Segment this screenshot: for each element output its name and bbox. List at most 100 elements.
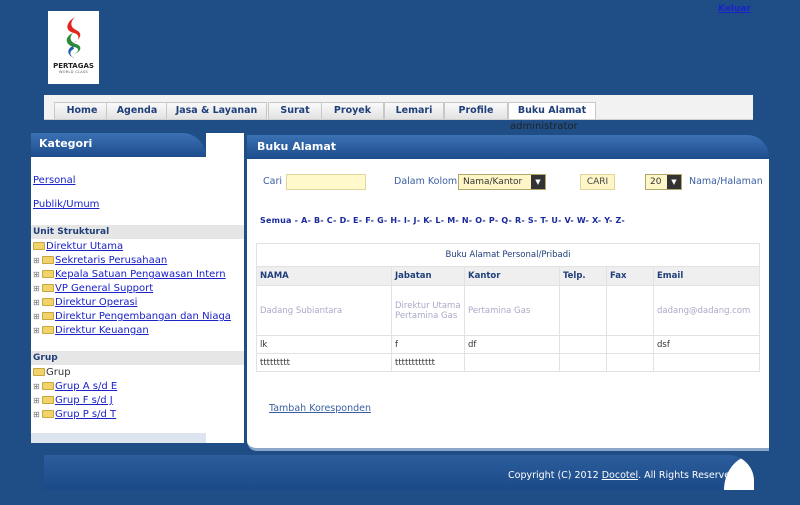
tree-item-group[interactable]: ⊞ Grup P s/d T [33, 409, 116, 420]
tree-root-label[interactable]: Direktur Utama [46, 241, 123, 252]
tab-buku-alamat[interactable]: Buku Alamat [508, 102, 596, 119]
table-row[interactable]: Dadang Subiantara Direktur Utama Pertami… [256, 285, 760, 336]
logout-link[interactable]: Keluar [718, 4, 751, 14]
copyright-prefix: Copyright (C) 2012 [508, 470, 599, 481]
tree-root-direktur-utama[interactable]: Direktur Utama [33, 241, 123, 252]
cell-kantor: Pertamina Gas [464, 285, 560, 336]
tab-profile[interactable]: Profile [444, 102, 508, 119]
per-page-label: Nama/Halaman [689, 176, 763, 187]
cell-kantor [464, 353, 560, 372]
tree-item-label[interactable]: Kepala Satuan Pengawasan Intern [55, 269, 226, 280]
chevron-down-icon[interactable]: ▼ [531, 175, 545, 189]
tree-item-label[interactable]: Direktur Pengembangan dan Niaga [55, 311, 231, 322]
expand-plus-icon[interactable]: ⊞ [33, 270, 42, 279]
expand-plus-icon[interactable]: ⊞ [33, 284, 42, 293]
column-select[interactable]: Nama/Kantor ▼ [458, 174, 546, 190]
table-row[interactable]: lk f df dsf [256, 335, 760, 354]
folder-icon [33, 242, 45, 250]
column-select-value: Nama/Kantor [463, 177, 523, 187]
cell-nama[interactable]: lk [256, 335, 392, 354]
category-body: Personal Publik/Umum Unit Struktural Dir… [31, 157, 244, 443]
tree-item-label[interactable]: Direktur Operasi [55, 297, 137, 308]
username-label: administrator [510, 121, 578, 132]
cell-telp [559, 335, 607, 354]
pertagas-logo: PERTAGAS WORLD CLASS [48, 11, 99, 84]
tab-home[interactable]: Home [54, 102, 110, 119]
tree-item-unit[interactable]: ⊞ Kepala Satuan Pengawasan Intern [33, 269, 226, 280]
table-caption: Buku Alamat Personal/Pribadi [256, 243, 760, 267]
cell-jabatan: Direktur Utama Pertamina Gas [391, 285, 465, 336]
folder-icon [42, 396, 54, 404]
category-link-publik[interactable]: Publik/Umum [33, 199, 99, 210]
address-table: Buku Alamat Personal/Pribadi NAMA Jabata… [256, 243, 760, 372]
folder-icon [42, 270, 54, 278]
tree-item-label[interactable]: VP General Support [55, 283, 153, 294]
search-button[interactable]: CARI [580, 174, 615, 190]
expand-plus-icon[interactable]: ⊞ [33, 382, 42, 391]
tree-item-unit[interactable]: ⊞ VP General Support [33, 283, 153, 294]
tab-lemari[interactable]: Lemari [384, 102, 444, 119]
tree-item-unit[interactable]: ⊞ Direktur Keuangan [33, 325, 149, 336]
folder-icon [42, 298, 54, 306]
add-correspondent-link[interactable]: Tambah Koresponden [269, 403, 371, 414]
cell-telp [559, 353, 607, 372]
tree-item-unit[interactable]: ⊞ Sekretaris Perusahaan [33, 255, 167, 266]
flame-logo-icon [66, 17, 80, 58]
column-header: Telp. [559, 266, 607, 286]
expand-plus-icon[interactable]: ⊞ [33, 396, 42, 405]
chevron-down-icon[interactable]: ▼ [667, 175, 681, 189]
tree-item-group[interactable]: ⊞ Grup F s/d J [33, 395, 113, 406]
column-header: Fax [606, 266, 654, 286]
company-link[interactable]: Docotel [602, 470, 638, 481]
table-row[interactable]: ttttttttt tttttttttttt [256, 353, 760, 372]
page-footer: Copyright (C) 2012 Docotel. All Rights R… [44, 455, 754, 490]
expand-plus-icon[interactable]: ⊞ [33, 256, 42, 265]
tree-item-unit[interactable]: ⊞ Direktur Pengembangan dan Niaga [33, 311, 231, 322]
tree-item-label[interactable]: Direktur Keuangan [55, 325, 149, 336]
cell-nama[interactable]: ttttttttt [256, 353, 392, 372]
tree-item-label[interactable]: Sekretaris Perusahaan [55, 255, 167, 266]
category-panel: Kategori Personal Publik/Umum Unit Struk… [31, 133, 244, 443]
tab-proyek[interactable]: Proyek [321, 102, 384, 119]
logo-text: PERTAGAS [53, 62, 94, 70]
expand-plus-icon[interactable]: ⊞ [33, 326, 42, 335]
cell-kantor: df [464, 335, 560, 354]
expand-plus-icon[interactable]: ⊞ [33, 312, 42, 321]
category-title: Kategori [31, 133, 206, 157]
tab-agenda[interactable]: Agenda [106, 102, 168, 119]
copyright-rights: . All Rights Reserved. [638, 470, 740, 481]
tree-item-unit[interactable]: ⊞ Direktur Operasi [33, 297, 137, 308]
address-book-panel: Buku Alamat Cari Dalam Kolom Nama/Kantor… [247, 133, 769, 451]
tree-item-label[interactable]: Grup A s/d E [55, 381, 117, 392]
unit-section-title: Unit Struktural [31, 225, 244, 239]
folder-icon [42, 410, 54, 418]
per-page-select[interactable]: 20 ▼ [645, 174, 682, 190]
per-page-value: 20 [650, 177, 662, 187]
tree-item-label[interactable]: Grup F s/d J [55, 395, 113, 406]
cell-fax [606, 353, 654, 372]
column-header: Jabatan [391, 266, 465, 286]
alphabet-filter[interactable]: Semua - A- B- C- D- E- F- G- H- I- J- K-… [260, 216, 625, 225]
tab-jasa-layanan[interactable]: Jasa & Layanan [166, 102, 267, 119]
category-link-personal[interactable]: Personal [33, 175, 76, 186]
cell-nama[interactable]: Dadang Subiantara [256, 285, 392, 336]
cell-email: dadang@dadang.com [653, 285, 760, 336]
address-book-body: Cari Dalam Kolom Nama/Kantor ▼ CARI 20 ▼… [247, 159, 769, 439]
folder-icon [42, 312, 54, 320]
tab-surat[interactable]: Surat [268, 102, 322, 119]
search-input[interactable] [286, 174, 366, 190]
cell-email [653, 353, 760, 372]
folder-icon [42, 284, 54, 292]
column-header: NAMA [256, 266, 392, 286]
logo-tagline: WORLD CLASS [58, 70, 89, 74]
tree-item-label[interactable]: Grup P s/d T [55, 409, 116, 420]
tree-root-grup[interactable]: Grup [33, 367, 71, 378]
expand-plus-icon[interactable]: ⊞ [33, 410, 42, 419]
column-header: Email [653, 266, 760, 286]
tree-item-group[interactable]: ⊞ Grup A s/d E [33, 381, 117, 392]
cell-fax [606, 285, 654, 336]
panel-corner [206, 133, 244, 157]
cell-telp [559, 285, 607, 336]
expand-plus-icon[interactable]: ⊞ [33, 298, 42, 307]
cell-email: dsf [653, 335, 760, 354]
